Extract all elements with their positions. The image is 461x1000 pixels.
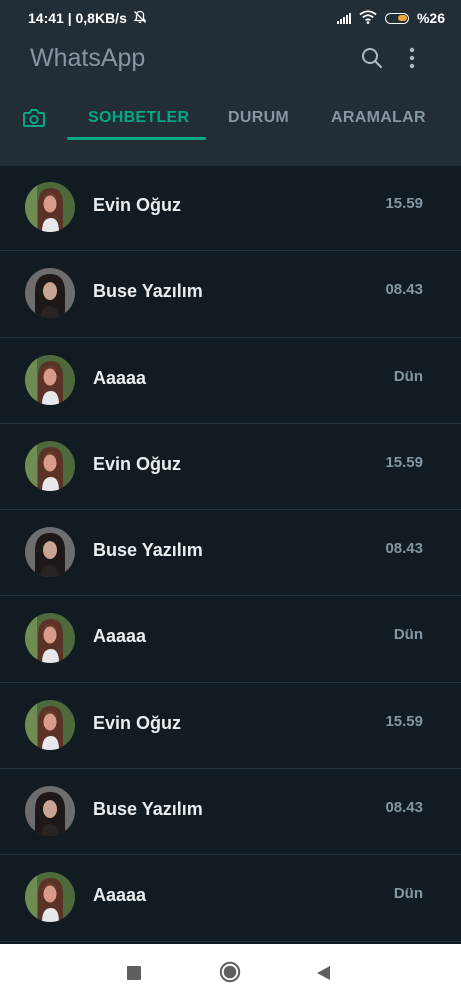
tab-bar: SOHBETLER DURUM ARAMALAR [0,94,461,150]
app-bar: WhatsApp SOHBETLER DURUM ARAMALAR [0,36,461,166]
chat-time: 15.59 [385,712,423,730]
avatar[interactable] [25,613,75,664]
battery-icon [384,12,409,24]
more-vert-icon[interactable] [400,46,424,75]
avatar[interactable] [25,440,75,491]
tab-camera[interactable] [22,107,46,147]
avatar[interactable] [25,182,75,232]
battery-percent: %26 [416,10,445,26]
avatar[interactable] [25,527,75,578]
chat-time: 08.43 [385,799,423,817]
wifi-icon [359,9,377,27]
chat-name: Evin Oğuz [93,712,182,733]
avatar[interactable] [25,786,75,837]
tab-status[interactable]: DURUM [228,102,289,142]
chat-name: Buse Yazılım [93,799,203,820]
avatar[interactable] [25,872,75,923]
chat-row[interactable]: Evin Oğuz 15.59 [0,683,461,770]
chat-row[interactable]: Buse Yazılım 08.43 [0,510,461,597]
chat-row[interactable]: Buse Yazılım 08.43 [0,251,461,338]
status-time: 14:41 | 0,8KB/s [28,10,127,26]
active-tab-indicator [67,137,206,140]
chat-time: Dün [393,626,423,644]
status-left: 14:41 | 0,8KB/s [28,10,147,27]
status-right: %26 [336,9,445,27]
chat-row[interactable]: Evin Oğuz 15.59 [0,165,461,252]
chat-time: 08.43 [385,540,423,558]
status-bar: 14:41 | 0,8KB/s %26 [0,0,461,36]
recents-icon[interactable] [127,966,141,985]
chat-time: 15.59 [385,195,423,212]
search-icon[interactable] [360,46,384,75]
tab-chats[interactable]: SOHBETLER [88,102,189,142]
mute-bell-icon [133,10,147,27]
app-title: WhatsApp [30,44,146,72]
chat-time: 08.43 [385,281,423,299]
back-icon[interactable] [316,965,332,986]
chat-time: Dün [393,885,423,903]
home-icon[interactable] [219,961,241,988]
chat-row[interactable]: Aaaaa Dün [0,855,461,942]
chat-name: Evin Oğuz [93,195,182,215]
avatar[interactable] [25,268,75,319]
tab-calls[interactable]: ARAMALAR [331,102,426,142]
avatar[interactable] [25,354,75,405]
chat-name: Aaaaa [93,367,147,388]
chat-time: 15.59 [385,453,423,471]
chat-name: Evin Oğuz [93,453,182,474]
camera-icon [22,109,46,133]
chat-row[interactable]: Buse Yazılım 08.43 [0,769,461,856]
chat-row[interactable]: Aaaaa Dün [0,338,461,424]
chat-name: Buse Yazılım [93,540,203,561]
chat-name: Aaaaa [93,885,147,906]
signal-icon [336,12,351,24]
avatar[interactable] [25,699,75,750]
chat-row[interactable]: Evin Oğuz 15.59 [0,424,461,511]
chat-row[interactable]: Aaaaa Dün [0,596,461,683]
chat-list: Evin Oğuz 15.59 Buse Yazılım 08.43 Aaaaa… [0,165,461,942]
chat-name: Aaaaa [93,626,147,647]
navigation-bar [0,944,461,1000]
chat-name: Buse Yazılım [93,281,203,302]
chat-time: Dün [393,367,423,385]
